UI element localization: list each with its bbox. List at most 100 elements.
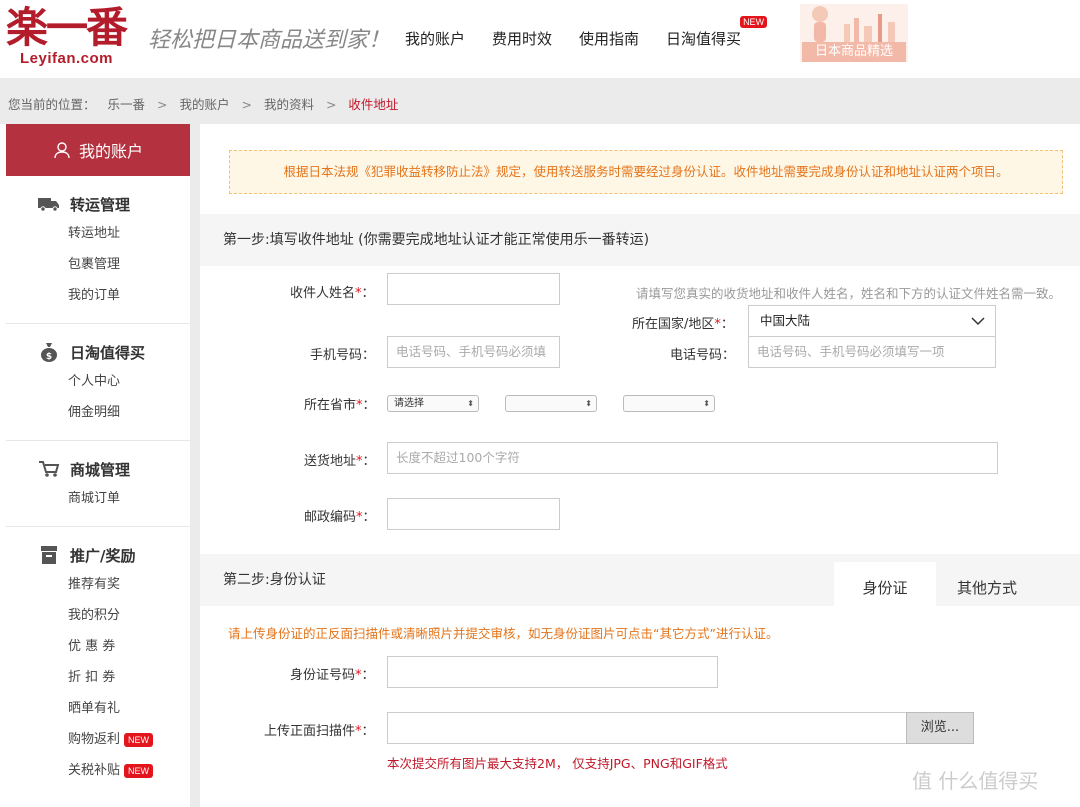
cart-icon [38, 459, 60, 479]
tab-other-method[interactable]: 其他方式 [936, 562, 1038, 614]
chevron-down-icon [971, 317, 985, 326]
label-text: 所在省市 [304, 398, 357, 413]
sidebar-section-title: $ 日淘值得买 [6, 338, 190, 366]
id-number-input[interactable] [387, 656, 718, 688]
nav-fees[interactable]: 费用时效 [492, 28, 552, 49]
skyline-icon [844, 14, 895, 42]
phone-label: 电话号码： [670, 344, 735, 363]
sidebar-item-packages[interactable]: 包裹管理 [6, 249, 190, 280]
tab-id-card[interactable]: 身份证 [834, 562, 936, 614]
province-select[interactable]: 请选择 ⬍ [387, 395, 479, 412]
site-header: 楽一番 Leyifan.com 轻松把日本商品送到家！ 我的账户 费用时效 使用… [0, 0, 1080, 78]
label-text: 电话号码 [670, 348, 723, 363]
id-number-label: 身份证号码*： [290, 664, 375, 683]
label-colon: ： [361, 668, 375, 683]
updown-icon: ⬍ [703, 399, 710, 408]
new-badge: NEW [124, 732, 154, 747]
breadcrumb-sep: > [325, 97, 337, 112]
sidebar-item-discounts[interactable]: 折 扣 券 [6, 662, 190, 693]
sidebar-item-share[interactable]: 晒单有礼 [6, 693, 190, 724]
label-colon: ： [362, 454, 376, 469]
sidebar-section-title: 推广/奖励 [6, 541, 190, 569]
sidebar-item-mall-orders[interactable]: 商城订单 [6, 483, 190, 514]
sidebar-item-personal-center[interactable]: 个人中心 [6, 366, 190, 397]
site-logo[interactable]: 楽一番 Leyifan.com [6, 4, 141, 70]
breadcrumb-current: 收件地址 [348, 97, 399, 112]
nav-my-account[interactable]: 我的账户 [405, 28, 465, 49]
watermark: 值 什么值得买 [912, 769, 1039, 793]
svg-text:$: $ [46, 352, 52, 362]
label-colon: ： [361, 724, 375, 739]
sidebar-item-rebate[interactable]: 购物返利 NEW [6, 724, 190, 755]
mobile-label: 手机号码： [310, 344, 375, 363]
recipient-name-label: 收件人姓名*： [290, 282, 375, 301]
sidebar-section-label: 转运管理 [70, 195, 131, 214]
money-bag-icon: $ [38, 342, 60, 362]
sidebar-item-orders[interactable]: 我的订单 [6, 280, 190, 311]
sidebar-item-transfer-address[interactable]: 转运地址 [6, 218, 190, 249]
promo-banner[interactable]: 日本商品精选 [800, 4, 908, 62]
breadcrumb-profile[interactable]: 我的资料 [264, 97, 314, 112]
main-content: 根据日本法规《犯罪收益转移防止法》规定，使用转送服务时需要经过身份认证。收件地址… [200, 124, 1080, 807]
id-upload-note: 请上传身份证的正反面扫描件或清晰照片并提交审核，如无身份证图片可点击“其它方式”… [228, 626, 779, 641]
new-badge: NEW [740, 16, 768, 28]
truck-icon [38, 194, 60, 214]
city-select[interactable]: ⬍ [505, 395, 597, 412]
legal-notice: 根据日本法规《犯罪收益转移防止法》规定，使用转送服务时需要经过身份认证。收件地址… [229, 150, 1063, 194]
nav-deals[interactable]: 日淘值得买 NEW [666, 16, 768, 49]
label-colon: ： [722, 348, 736, 363]
district-select[interactable]: ⬍ [623, 395, 715, 412]
country-value: 中国大陆 [760, 313, 811, 328]
address-input[interactable]: 长度不超过100个字符 [387, 442, 998, 474]
phone-input[interactable]: 电话号码、手机号码必须填写一项 [748, 336, 996, 368]
kokeshi-icon [812, 6, 828, 42]
sidebar-section-label: 日淘值得买 [70, 343, 146, 362]
country-select[interactable]: 中国大陆 [748, 305, 996, 337]
sidebar-section-title: 商城管理 [6, 455, 190, 483]
top-nav: 我的账户 费用时效 使用指南 日淘值得买 NEW [405, 16, 768, 49]
sidebar-section-mall: 商城管理 商城订单 [6, 441, 190, 527]
label-colon: ： [361, 286, 375, 301]
sidebar-item-tax-subsidy[interactable]: 关税补贴 NEW [6, 755, 190, 786]
sidebar-section-label: 商城管理 [70, 460, 131, 479]
breadcrumb-sep: > [241, 97, 252, 112]
sidebar-item-referral[interactable]: 推荐有奖 [6, 569, 190, 600]
province-value: 请选择 [394, 398, 424, 409]
sidebar-header-label: 我的账户 [78, 142, 143, 161]
sidebar-item-coupons[interactable]: 优 惠 券 [6, 631, 190, 662]
upload-size-note: 本次提交所有图片最大支持2M， 仅支持JPG、PNG和GIF格式 [387, 756, 728, 771]
upload-front-input[interactable] [387, 712, 907, 744]
sidebar-item-points[interactable]: 我的积分 [6, 600, 190, 631]
label-text: 身份证号码 [290, 668, 356, 683]
sidebar-item-label: 关税补贴 [68, 763, 121, 778]
sidebar-item-commission[interactable]: 佣金明细 [6, 397, 190, 428]
new-badge: NEW [124, 763, 154, 778]
sidebar-section-transfer: 转运管理 转运地址 包裹管理 我的订单 [6, 176, 190, 324]
sidebar-section-label: 推广/奖励 [70, 546, 136, 565]
nav-deals-label: 日淘值得买 [666, 30, 742, 48]
breadcrumb-prefix: 您当前的位置： [8, 97, 96, 112]
breadcrumb-account[interactable]: 我的账户 [179, 97, 229, 112]
nav-guide[interactable]: 使用指南 [579, 28, 639, 49]
recipient-name-input[interactable] [387, 273, 560, 305]
browse-button[interactable]: 浏览... [906, 712, 974, 744]
updown-icon: ⬍ [467, 399, 474, 408]
label-text: 送货地址 [304, 454, 357, 469]
zip-input[interactable] [387, 498, 560, 530]
label-text: 所在国家/地区 [632, 317, 715, 332]
sidebar-header[interactable]: 我的账户 [6, 124, 190, 176]
country-label: 所在国家/地区*： [632, 313, 734, 332]
label-text: 邮政编码 [304, 510, 357, 525]
name-hint: 请填写您真实的收货地址和收件人姓名，姓名和下方的认证文件姓名需一致。 [636, 286, 1062, 301]
breadcrumb-bar: 您当前的位置： 乐一番 > 我的账户 > 我的资料 > 收件地址 [0, 78, 1080, 124]
id-method-tabs: 身份证 其他方式 [834, 562, 1038, 614]
gift-box-icon [38, 545, 60, 565]
breadcrumb-home[interactable]: 乐一番 [108, 97, 146, 112]
label-text: 上传正面扫描件 [264, 724, 356, 739]
logo-domain: Leyifan.com [20, 50, 114, 67]
label-colon: ： [720, 317, 734, 332]
label-text: 手机号码 [310, 348, 363, 363]
column-divider [190, 124, 200, 807]
updown-icon: ⬍ [585, 399, 592, 408]
mobile-input[interactable]: 电话号码、手机号码必须填 [387, 336, 560, 368]
